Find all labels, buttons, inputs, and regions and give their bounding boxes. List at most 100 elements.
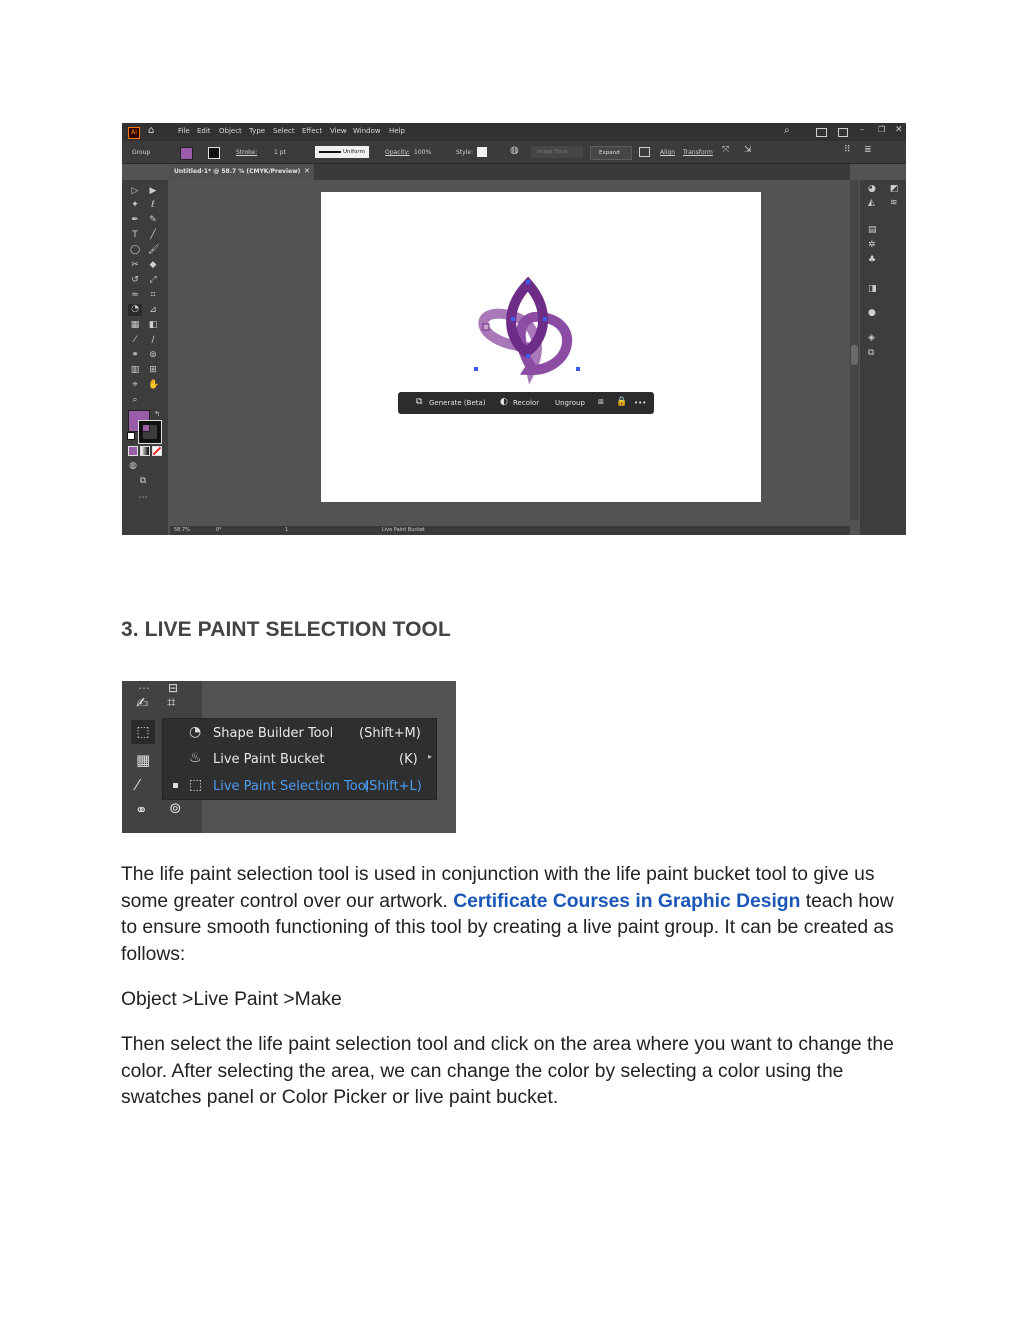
shaper-tool-icon[interactable]: ✂ <box>130 260 140 270</box>
lasso-tool-icon[interactable]: ⋯ <box>138 681 150 695</box>
menu-file[interactable]: File <box>178 127 190 135</box>
scroll-thumb[interactable] <box>851 345 858 365</box>
menu-select[interactable]: Select <box>273 127 295 135</box>
paintbrush-icon[interactable]: 🖌 <box>148 245 159 255</box>
free-transform-icon[interactable]: ⌗ <box>148 290 158 300</box>
generate-button[interactable]: Generate (Beta) <box>429 399 486 407</box>
warp-tool-icon[interactable]: ≈ <box>130 290 140 300</box>
blend-tool-icon[interactable]: ⚭ <box>135 801 148 819</box>
selection-tool-icon[interactable]: ▷ <box>130 186 140 196</box>
restore-icon[interactable]: ❐ <box>878 125 885 134</box>
recolor-button[interactable]: Recolor <box>513 399 539 407</box>
eyedropper-icon[interactable]: ⁄ <box>136 776 139 794</box>
home-icon[interactable]: ⌂ <box>148 125 154 136</box>
brushes-icon[interactable]: ✲ <box>868 240 878 250</box>
flyout-tearoff-icon[interactable]: ▸ <box>428 752 432 761</box>
gradient-panel-icon[interactable]: ◨ <box>868 284 878 294</box>
panel-menu-icon[interactable]: ≣ <box>864 145 872 155</box>
vertical-scrollbar[interactable] <box>850 180 859 520</box>
search-icon[interactable]: ⌕ <box>784 125 790 136</box>
fill-swatch[interactable] <box>180 147 193 160</box>
type-tool-icon[interactable]: T <box>130 230 140 240</box>
close-icon[interactable]: ✕ <box>895 125 903 135</box>
menu-object[interactable]: Object <box>219 127 242 135</box>
expand-button[interactable]: Expand <box>590 146 632 160</box>
default-colors-icon[interactable] <box>127 432 135 440</box>
gradient-tool-icon[interactable]: ◧ <box>148 320 158 330</box>
mesh-tool-icon[interactable]: ▦ <box>136 751 150 769</box>
draw-mode-icon[interactable]: ◍ <box>128 461 138 471</box>
isolate-icon[interactable]: ⤧ <box>722 145 729 155</box>
menu-window[interactable]: Window <box>353 127 381 135</box>
document-tab[interactable]: Untitled-1* @ 58.7 % (CMYK/Preview) ✕ <box>170 164 314 180</box>
eraser-icon[interactable]: ◆ <box>148 260 158 270</box>
certificate-courses-link[interactable]: Certificate Courses in Graphic Design <box>453 891 800 912</box>
gradient-mode-icon[interactable] <box>140 446 150 456</box>
free-transform-icon[interactable]: ⌗ <box>167 693 175 711</box>
rotation-value[interactable]: 0° <box>216 527 222 533</box>
minimize-icon[interactable]: – <box>860 125 865 135</box>
zoom-tool-icon[interactable]: ⌕ <box>130 395 140 405</box>
shape-builder-tool-icon[interactable]: ◔ <box>128 304 142 316</box>
edit-toolbar-icon[interactable]: ⋯ <box>138 493 148 503</box>
appearance-icon[interactable]: ◭ <box>868 198 878 208</box>
menu-help[interactable]: Help <box>389 127 405 135</box>
transform-link[interactable]: Transform <box>683 149 713 156</box>
lasso-icon[interactable]: ℓ <box>148 200 158 210</box>
arrange-icon[interactable] <box>838 128 848 137</box>
graph-tool-icon[interactable]: ▥ <box>130 365 140 375</box>
properties-icon[interactable]: ◕ <box>868 184 878 194</box>
arrange-docs-icon[interactable]: ⠿ <box>844 145 851 155</box>
flyout-item-live-paint-selection[interactable]: ⬚ Live Paint Selection Tool (Shift+L) <box>163 773 436 800</box>
symbols-icon[interactable]: ♣ <box>868 255 878 265</box>
artboard-tool-icon[interactable]: ⊞ <box>148 365 158 375</box>
scale-tool-icon[interactable]: ⤢ <box>148 275 158 285</box>
more-options-button[interactable]: ••• <box>634 399 646 407</box>
flyout-item-live-paint-bucket[interactable]: ♨ Live Paint Bucket (K) <box>163 746 436 773</box>
artboards-panel-icon[interactable]: ⧉ <box>868 348 878 358</box>
swap-colors-icon[interactable]: ↰ <box>152 409 162 419</box>
zoom-level[interactable]: 58.7% <box>174 527 190 533</box>
libraries-icon[interactable]: ◩ <box>890 184 900 194</box>
triquetra-artwork[interactable] <box>321 192 761 502</box>
layers-icon[interactable]: ◈ <box>868 333 878 343</box>
opacity-label[interactable]: Opacity: <box>385 149 410 156</box>
ellipse-tool-icon[interactable]: ◯ <box>130 245 140 255</box>
slice-tool-icon[interactable]: ⌖ <box>130 380 140 390</box>
screen-mode-icon[interactable]: ⧉ <box>138 476 148 486</box>
layers-toggle-icon[interactable]: ≋ <box>890 198 900 208</box>
none-mode-icon[interactable] <box>152 446 162 456</box>
generate-icon[interactable]: ⧉ <box>416 397 422 407</box>
menu-type[interactable]: Type <box>249 127 265 135</box>
stroke-profile-select[interactable]: Uniform <box>315 146 369 158</box>
eyedropper-icon[interactable]: ⁄ <box>130 335 140 345</box>
transparency-icon[interactable]: ● <box>868 308 878 318</box>
direct-selection-tool-icon[interactable]: ▶ <box>148 186 158 196</box>
symbol-sprayer-icon[interactable]: ⊚ <box>148 350 158 360</box>
opacity-value[interactable]: 100% <box>414 149 431 156</box>
mesh-tool-icon[interactable]: ▦ <box>130 320 140 330</box>
menu-edit[interactable]: Edit <box>197 127 211 135</box>
ungroup-button[interactable]: Ungroup <box>555 399 585 407</box>
arrange-icon[interactable]: ⧈ <box>598 397 604 407</box>
align-panel-icon[interactable] <box>639 147 650 157</box>
workspace-icon[interactable] <box>816 128 827 137</box>
recolor-icon[interactable]: ◍ <box>510 145 519 156</box>
stroke-label[interactable]: Stroke: <box>236 149 257 156</box>
style-swatch[interactable] <box>477 147 487 157</box>
line-tool-icon[interactable]: ╱ <box>148 230 158 240</box>
flyout-item-shape-builder[interactable]: ◔ Shape Builder Tool (Shift+M) <box>163 720 436 747</box>
transform-again-icon[interactable]: ⇲ <box>744 145 752 155</box>
pen-tool-icon[interactable]: ✒ <box>130 215 140 225</box>
stroke-swatch[interactable] <box>208 147 220 159</box>
puppet-warp-icon[interactable]: ✍ <box>136 694 149 712</box>
menu-view[interactable]: View <box>330 127 347 135</box>
tab-close-icon[interactable]: ✕ <box>304 167 310 175</box>
recolor-icon[interactable]: ◐ <box>500 397 508 407</box>
curvature-tool-icon[interactable]: ✎ <box>148 215 158 225</box>
menu-effect[interactable]: Effect <box>302 127 322 135</box>
artboard-number[interactable]: 1 <box>285 527 288 533</box>
lock-icon[interactable]: 🔒 <box>616 397 627 407</box>
swatches-icon[interactable]: ▤ <box>868 225 878 235</box>
measure-tool-icon[interactable]: ∕ <box>148 335 158 345</box>
